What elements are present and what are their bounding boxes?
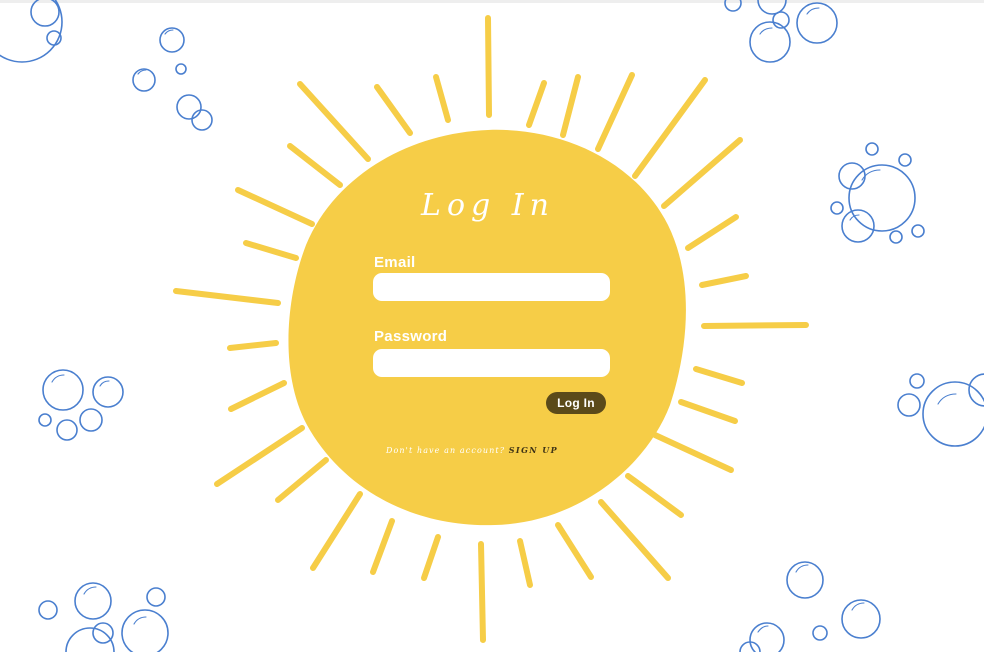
login-button[interactable]: Log In [546, 392, 606, 414]
email-label: Email [374, 254, 416, 271]
signup-link[interactable]: SIGN UP [509, 445, 558, 455]
password-input[interactable] [373, 349, 610, 377]
email-input[interactable] [373, 273, 610, 301]
password-label: Password [374, 328, 448, 345]
signup-row: Don't have an account? SIGN UP [386, 445, 606, 455]
sun-illustration [173, 15, 809, 643]
login-page: Log In Email Password Log In Don't have … [0, 0, 984, 652]
login-title: Log In [421, 188, 555, 223]
signup-prompt: Don't have an account? [386, 446, 506, 455]
